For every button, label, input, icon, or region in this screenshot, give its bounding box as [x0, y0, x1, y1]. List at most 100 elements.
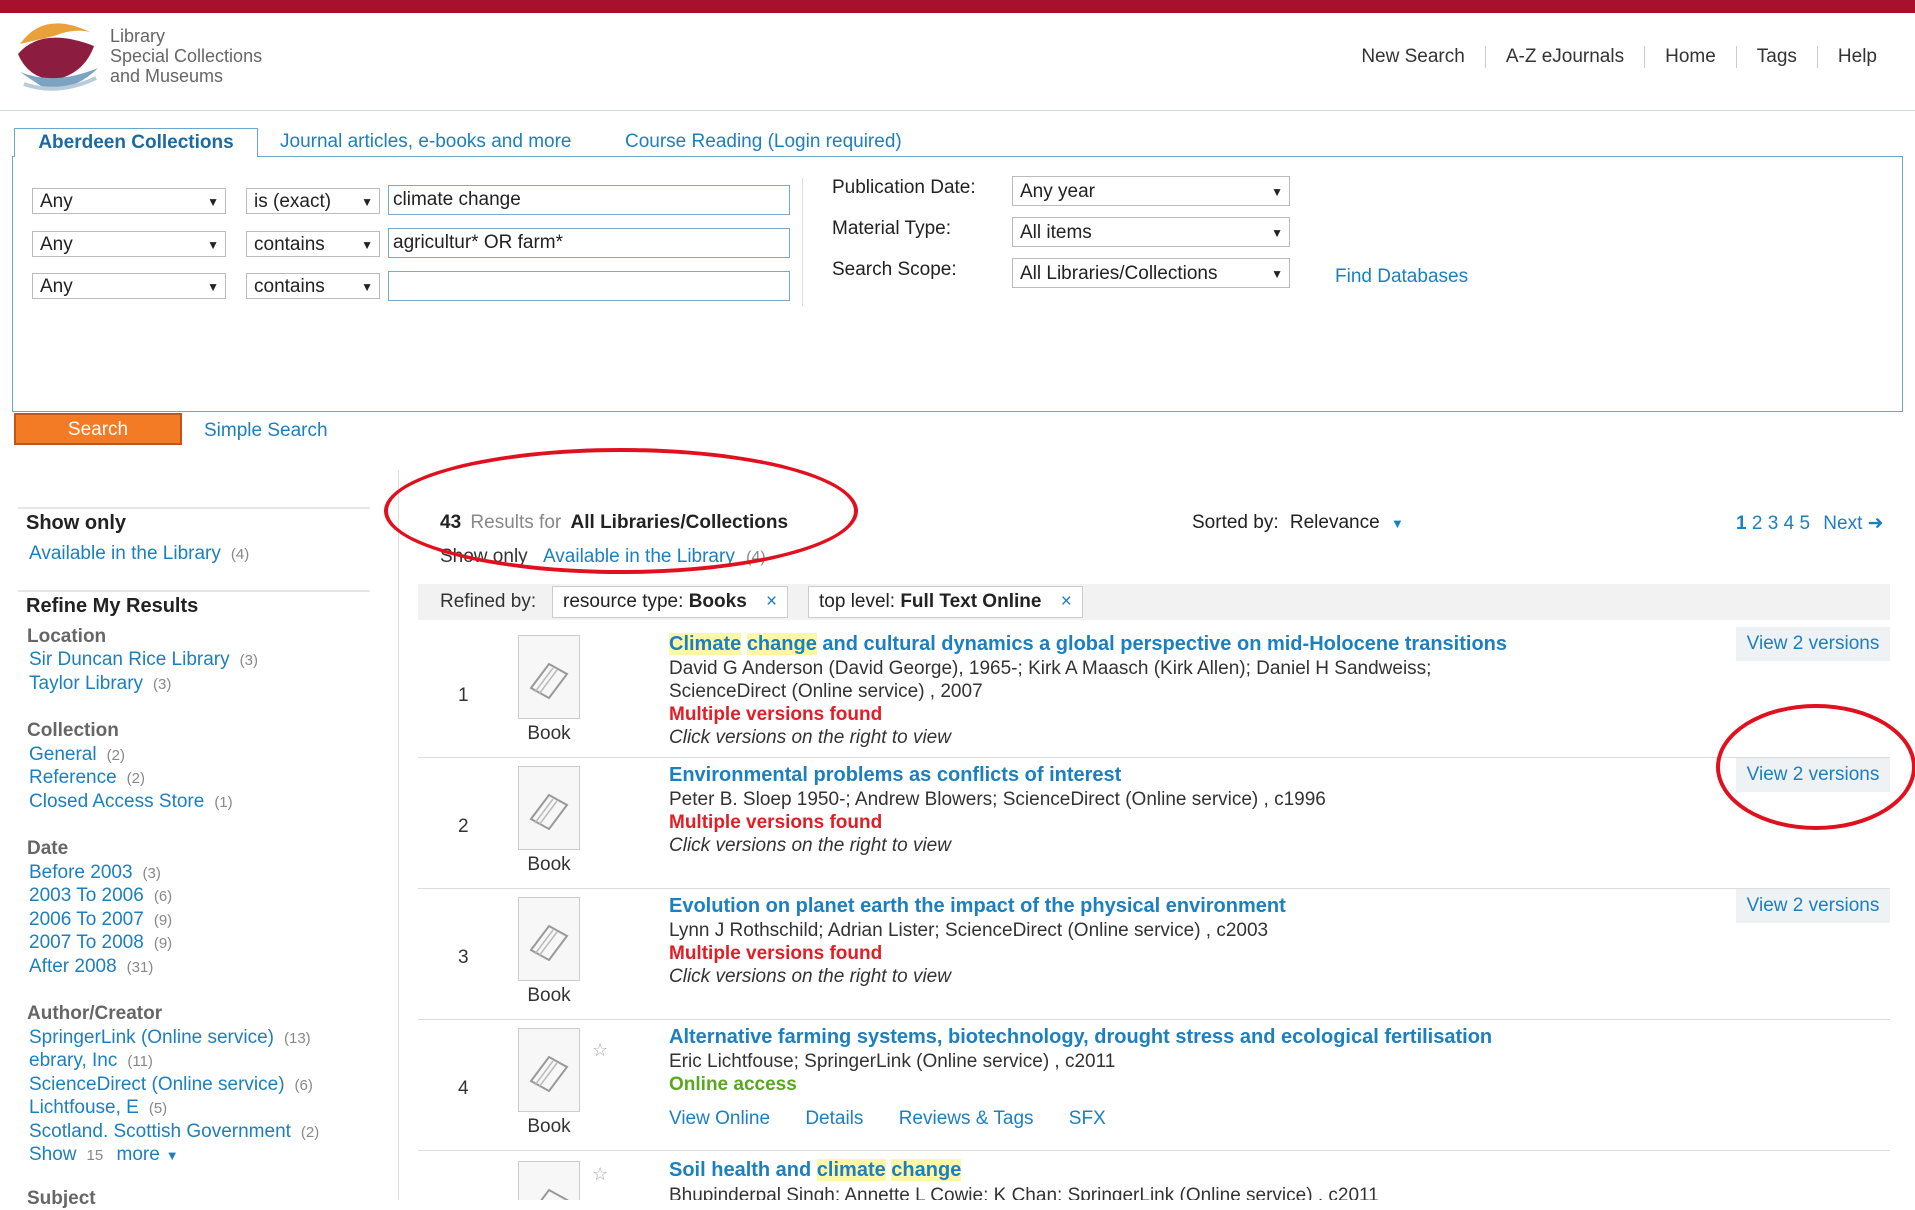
search-scope-select[interactable]: All Libraries/Collections ▼ — [1012, 258, 1290, 288]
page-5-link[interactable]: 5 — [1799, 513, 1810, 534]
chip-value: Books — [688, 591, 747, 612]
book-icon[interactable] — [518, 1161, 580, 1200]
tab-aberdeen-collections[interactable]: Aberdeen Collections — [14, 128, 258, 157]
simple-search-link[interactable]: Simple Search — [204, 420, 328, 442]
result-type: Book — [527, 985, 571, 1006]
field-select-1[interactable]: Any ▼ — [32, 188, 226, 214]
nav-tags[interactable]: Tags — [1735, 46, 1817, 68]
sidebar-item-author[interactable]: Scotland. Scottish Government (2) — [29, 1121, 319, 1143]
result-title-link[interactable]: Environmental problems as conflicts of i… — [669, 764, 1121, 787]
sidebar-item-count: (2) — [106, 747, 125, 764]
find-databases-link[interactable]: Find Databases — [1335, 266, 1468, 288]
operator-select-3[interactable]: contains ▼ — [246, 273, 380, 299]
sidebar-item-date[interactable]: Before 2003 (3) — [29, 862, 161, 884]
page-1-link[interactable]: 1 — [1736, 513, 1747, 534]
sidebar-item-collection[interactable]: Closed Access Store (1) — [29, 791, 233, 813]
sidebar-item-author[interactable]: SpringerLink (Online service) (13) — [29, 1027, 311, 1049]
field-select-value: Any — [40, 276, 73, 297]
book-icon[interactable] — [518, 1028, 580, 1112]
sidebar-item-author[interactable]: Lichtfouse, E (5) — [29, 1097, 167, 1119]
chevron-down-icon: ▼ — [207, 195, 219, 209]
view-online-link[interactable]: View Online — [669, 1108, 770, 1129]
field-select-3[interactable]: Any ▼ — [32, 273, 226, 299]
view-versions-button[interactable]: View 2 versions — [1736, 758, 1890, 792]
sidebar-item-available[interactable]: Available in the Library (4) — [29, 543, 249, 565]
result-title-link[interactable]: Soil health and climate change — [669, 1159, 962, 1182]
star-icon[interactable]: ☆ — [592, 1164, 608, 1185]
logo-line: and Museums — [110, 66, 224, 86]
sidebar-item-date[interactable]: After 2008 (31) — [29, 956, 153, 978]
sidebar-location-title: Location — [27, 626, 107, 647]
result-title-link[interactable]: Alternative farming systems, biotechnolo… — [669, 1026, 1492, 1049]
sidebar-item-label: Before 2003 — [29, 862, 133, 883]
sidebar-item-collection[interactable]: Reference (2) — [29, 767, 145, 789]
sidebar-item-date[interactable]: 2006 To 2007 (9) — [29, 909, 172, 931]
book-icon[interactable] — [518, 635, 580, 719]
sfx-link[interactable]: SFX — [1069, 1108, 1106, 1129]
sidebar-item-label: General — [29, 744, 97, 765]
close-icon[interactable]: × — [1061, 591, 1072, 612]
page-2-link[interactable]: 2 — [1752, 513, 1763, 534]
show-only-available-link[interactable]: Available in the Library — [543, 546, 735, 567]
nav-help[interactable]: Help — [1816, 46, 1897, 68]
status-badge: Multiple versions found — [669, 943, 883, 964]
nav-az-ejournals[interactable]: A-Z eJournals — [1484, 46, 1644, 68]
results-scope: All Libraries/Collections — [570, 512, 789, 533]
operator-select-2[interactable]: contains ▼ — [246, 231, 380, 257]
star-icon[interactable]: ☆ — [592, 1040, 608, 1061]
page-3-link[interactable]: 3 — [1768, 513, 1779, 534]
sidebar-item-count: (1) — [214, 794, 233, 811]
publication-date-select[interactable]: Any year ▼ — [1012, 176, 1290, 206]
results-count: 43 Results for All Libraries/Collections — [440, 512, 788, 534]
page-4-link[interactable]: 4 — [1784, 513, 1795, 534]
field-select-value: Any — [40, 191, 73, 212]
title-text: Soil health and — [669, 1159, 817, 1181]
sidebar-item-date[interactable]: 2003 To 2006 (6) — [29, 885, 172, 907]
search-term-input-2[interactable]: agricultur* OR farm* — [388, 228, 790, 258]
sidebar-show-more[interactable]: Show 15 more ▼ — [29, 1144, 179, 1166]
details-link[interactable]: Details — [805, 1108, 863, 1129]
sidebar-date-title: Date — [27, 838, 69, 859]
logo-line: Special Collections — [110, 46, 263, 66]
book-icon[interactable] — [518, 897, 580, 981]
material-type-select[interactable]: All items ▼ — [1012, 217, 1290, 247]
field-select-2[interactable]: Any ▼ — [32, 231, 226, 257]
sidebar-item-location[interactable]: Sir Duncan Rice Library (3) — [29, 649, 258, 671]
sidebar-item-location[interactable]: Taylor Library (3) — [29, 673, 171, 695]
search-button[interactable]: Search — [14, 413, 182, 445]
sidebar-item-label: Lichtfouse, E — [29, 1097, 139, 1118]
search-term-input-1[interactable]: climate change — [388, 185, 790, 215]
status-badge: Multiple versions found — [669, 812, 883, 833]
view-versions-button[interactable]: View 2 versions — [1736, 889, 1890, 923]
nav-home[interactable]: Home — [1644, 46, 1736, 68]
sidebar-divider — [398, 470, 399, 1200]
result-row: 2 Book Environmental problems as conflic… — [418, 758, 1890, 889]
result-title-link[interactable]: Evolution on planet earth the impact of … — [669, 895, 1286, 918]
sidebar-item-label: After 2008 — [29, 956, 117, 977]
sidebar-item-date[interactable]: 2007 To 2008 (9) — [29, 932, 172, 954]
sort-value: Relevance — [1289, 512, 1380, 533]
search-term-input-3[interactable] — [388, 271, 790, 301]
view-versions-button[interactable]: View 2 versions — [1736, 627, 1890, 661]
nav-new-search[interactable]: New Search — [1341, 46, 1485, 68]
operator-select-1[interactable]: is (exact) ▼ — [246, 188, 380, 214]
reviews-tags-link[interactable]: Reviews & Tags — [899, 1108, 1034, 1129]
show-only-count: (4) — [746, 549, 766, 566]
result-row: 1 Book Climate change and cultural dynam… — [418, 627, 1890, 758]
sort-control[interactable]: Sorted by: Relevance ▼ — [1192, 512, 1404, 534]
tab-course-reading[interactable]: Course Reading (Login required) — [625, 128, 902, 156]
chip-value: Full Text Online — [900, 591, 1042, 612]
sidebar-item-count: (13) — [284, 1030, 311, 1047]
chevron-down-icon: ▼ — [165, 1148, 179, 1163]
sidebar-item-collection[interactable]: General (2) — [29, 744, 125, 766]
chevron-down-icon: ▼ — [1390, 516, 1404, 531]
tab-journal-articles[interactable]: Journal articles, e-books and more — [280, 128, 571, 156]
result-title-link[interactable]: Climate change and cultural dynamics a g… — [669, 633, 1507, 656]
sidebar-item-label: ebrary, Inc — [29, 1050, 118, 1071]
sidebar-item-author[interactable]: ebrary, Inc (11) — [29, 1050, 153, 1072]
close-icon[interactable]: × — [766, 591, 777, 612]
next-page-link[interactable]: Next — [1823, 513, 1862, 534]
sidebar-heading-bar — [18, 507, 370, 509]
sidebar-item-author[interactable]: ScienceDirect (Online service) (6) — [29, 1074, 313, 1096]
book-icon[interactable] — [518, 766, 580, 850]
